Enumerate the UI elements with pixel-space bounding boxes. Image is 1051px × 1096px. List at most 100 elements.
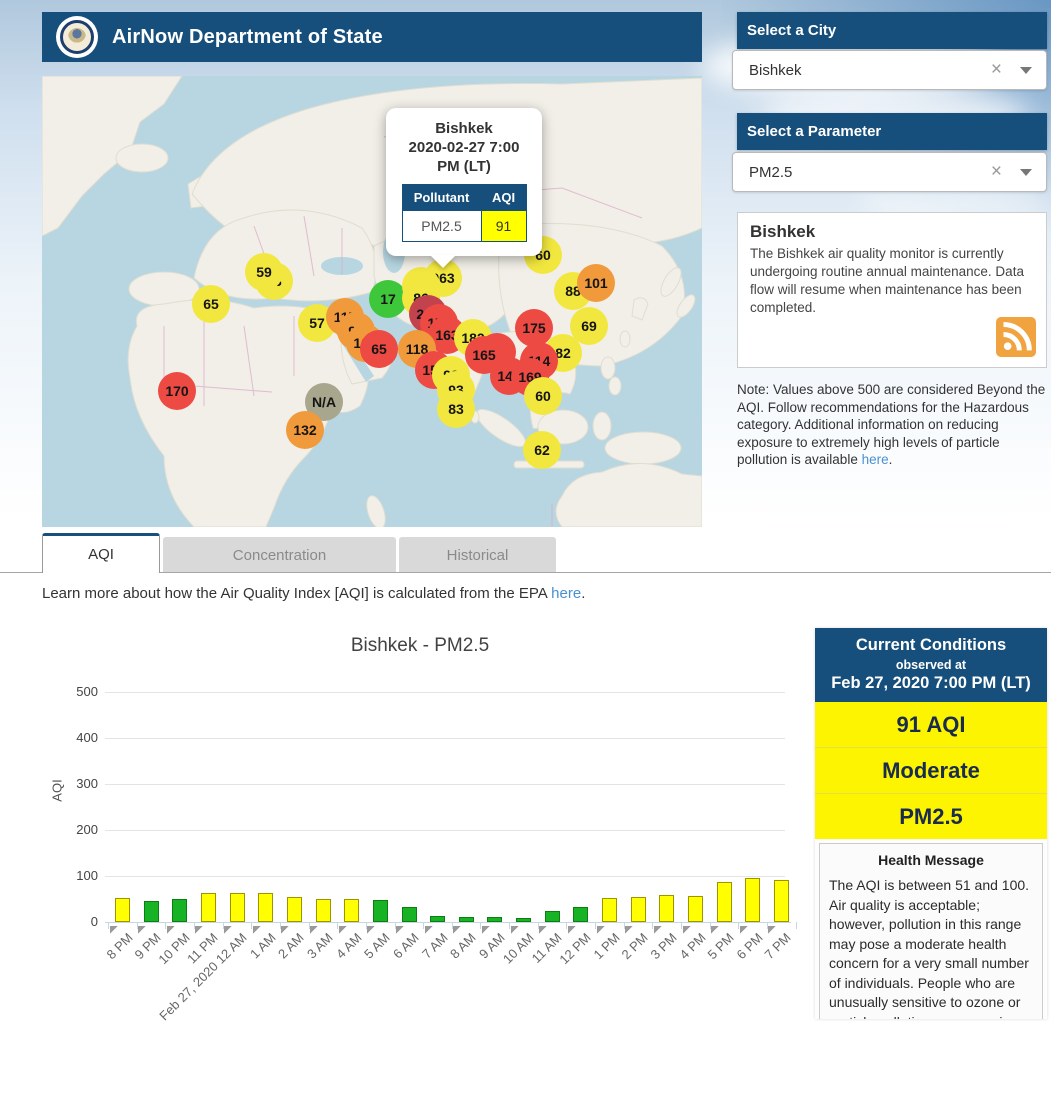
x-label-arrow <box>453 926 461 934</box>
gridline <box>105 738 785 739</box>
x-label-arrow <box>568 926 576 934</box>
tab-concentration[interactable]: Concentration <box>163 537 396 573</box>
chart-bar[interactable] <box>316 899 331 922</box>
station-info-box: Bishkek The Bishkek air quality monitor … <box>737 212 1047 368</box>
city-dropdown[interactable]: Bishkek × <box>732 50 1047 90</box>
x-label-arrow <box>281 926 289 934</box>
chart-bar[interactable] <box>659 895 674 922</box>
chart-bar[interactable] <box>631 897 646 922</box>
chart-bar[interactable] <box>402 907 417 922</box>
x-label-arrow <box>425 926 433 934</box>
x-label-arrow <box>511 926 519 934</box>
x-label-arrow <box>253 926 261 934</box>
gridline <box>105 830 785 831</box>
y-axis-tick-label: 0 <box>58 914 98 929</box>
tab-historical[interactable]: Historical <box>399 537 556 573</box>
map-marker[interactable]: 101 <box>577 264 615 302</box>
chevron-down-icon[interactable] <box>1020 67 1032 74</box>
state-department-seal-logo <box>56 16 98 58</box>
chart-bar[interactable] <box>717 882 732 922</box>
world-map[interactable]: 53596517571179010865170N/A13296371862231… <box>42 76 702 527</box>
gridline <box>105 876 785 877</box>
y-axis-tick-label: 200 <box>58 822 98 837</box>
x-label-arrow <box>195 926 203 934</box>
aqi-bar-chart: Bishkek - PM2.5 AQI 01002003004005008 PM… <box>50 625 800 1019</box>
city-dropdown-value: Bishkek <box>749 62 991 79</box>
popup-col-pollutant: Pollutant <box>402 185 481 211</box>
x-label-arrow <box>110 926 118 934</box>
chart-bar[interactable] <box>115 898 130 922</box>
chart-bar[interactable] <box>774 880 789 922</box>
learn-more-text: Learn more about how the Air Quality Ind… <box>42 585 585 602</box>
chevron-down-icon[interactable] <box>1020 169 1032 176</box>
aqi-summary-box: 91 AQI Moderate PM2.5 <box>815 702 1047 839</box>
x-label-arrow <box>367 926 375 934</box>
popup-pollutant-value: PM2.5 <box>402 211 481 242</box>
y-axis-tick-label: 400 <box>58 730 98 745</box>
aqi-pollutant: PM2.5 <box>815 793 1047 839</box>
note-here-link[interactable]: here <box>862 452 889 467</box>
learn-more-body: Learn more about how the Air Quality Ind… <box>42 585 547 602</box>
y-axis-tick-label: 100 <box>58 868 98 883</box>
map-marker[interactable]: 62 <box>523 431 561 469</box>
map-marker[interactable]: 65 <box>360 330 398 368</box>
chart-bar[interactable] <box>545 911 560 922</box>
map-marker[interactable]: 60 <box>524 377 562 415</box>
chart-bar[interactable] <box>373 900 388 922</box>
learn-more-period: . <box>581 585 585 602</box>
chart-bar[interactable] <box>688 896 703 922</box>
x-label-arrow <box>138 926 146 934</box>
x-label-arrow <box>396 926 404 934</box>
popup-date: 2020-02-27 7:00 <box>386 138 542 157</box>
x-label-arrow <box>339 926 347 934</box>
gridline <box>105 784 785 785</box>
x-label-arrow <box>740 926 748 934</box>
x-label-arrow <box>768 926 776 934</box>
x-label-arrow <box>224 926 232 934</box>
chart-bar[interactable] <box>230 893 245 922</box>
current-conditions-header: Current Conditions observed at Feb 27, 2… <box>815 628 1047 702</box>
x-axis-line <box>105 922 791 923</box>
chart-bar[interactable] <box>430 916 445 922</box>
chart-bar[interactable] <box>287 897 302 922</box>
chart-bar[interactable] <box>487 917 502 922</box>
chart-bar[interactable] <box>344 899 359 922</box>
x-axis-tick <box>796 922 797 929</box>
app-header: AirNow Department of State <box>42 12 702 62</box>
chart-bar[interactable] <box>516 918 531 922</box>
map-marker[interactable]: 59 <box>245 253 283 291</box>
popup-pointer <box>430 255 456 268</box>
x-label-arrow <box>482 926 490 934</box>
chart-bar[interactable] <box>573 907 588 922</box>
note-period: . <box>889 452 893 467</box>
rss-icon[interactable] <box>996 317 1036 357</box>
chart-bar[interactable] <box>602 898 617 922</box>
gridline <box>105 692 785 693</box>
clear-icon[interactable]: × <box>991 59 1002 81</box>
x-label-arrow <box>167 926 175 934</box>
map-popup: Bishkek 2020-02-27 7:00 PM (LT) Pollutan… <box>386 108 542 256</box>
popup-city: Bishkek <box>386 119 542 138</box>
tab-aqi[interactable]: AQI <box>42 533 160 573</box>
map-marker[interactable]: 83 <box>437 390 475 428</box>
clear-icon[interactable]: × <box>991 161 1002 183</box>
learn-more-link[interactable]: here <box>551 585 581 602</box>
chart-bar[interactable] <box>144 901 159 922</box>
y-axis-tick-label: 300 <box>58 776 98 791</box>
chart-bar[interactable] <box>258 893 273 922</box>
x-label-arrow <box>654 926 662 934</box>
chart-bar[interactable] <box>201 893 216 922</box>
chart-bar[interactable] <box>172 899 187 922</box>
chart-bar[interactable] <box>459 917 474 922</box>
map-marker[interactable]: 170 <box>158 372 196 410</box>
parameter-dropdown[interactable]: PM2.5 × <box>732 152 1047 192</box>
app-title: AirNow Department of State <box>112 26 383 49</box>
chart-bar[interactable] <box>745 878 760 922</box>
popup-date-2: PM (LT) <box>386 157 542 176</box>
city-selector-header: Select a City <box>737 12 1047 49</box>
observation-datetime: Feb 27, 2020 7:00 PM (LT) <box>819 674 1043 693</box>
station-info-body: The Bishkek air quality monitor is curre… <box>750 245 1034 317</box>
map-marker[interactable]: 65 <box>192 285 230 323</box>
current-conditions-panel: Current Conditions observed at Feb 27, 2… <box>815 628 1047 1019</box>
map-marker[interactable]: 132 <box>286 411 324 449</box>
